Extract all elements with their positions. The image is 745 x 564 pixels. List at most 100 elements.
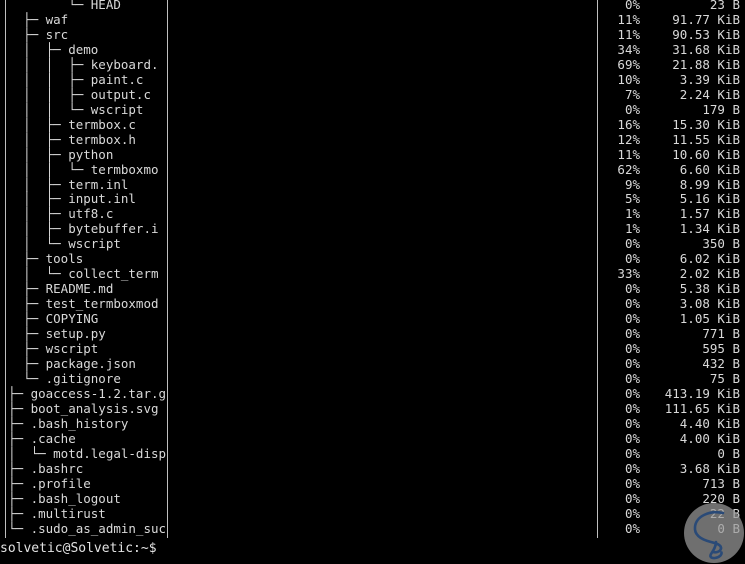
tree-entry[interactable]: ├─ setup.py xyxy=(8,326,106,341)
percent-value: 0% xyxy=(624,385,640,401)
tree-entry[interactable]: └─ .gitignore xyxy=(8,371,121,386)
size-value: 3.08 KiB xyxy=(679,296,740,312)
size-row: 0% 1.05 KiB xyxy=(597,311,745,326)
percent-value: 0% xyxy=(624,415,640,431)
tree-entry[interactable]: │ │ └─ wscript xyxy=(8,102,143,117)
size-value: 4.00 KiB xyxy=(679,430,740,446)
percent-value: 1% xyxy=(624,221,640,237)
tree-entry[interactable]: │ └─ collect_term xyxy=(8,266,158,281)
size-row: 0% 220 B xyxy=(597,491,745,506)
size-value: 1.34 KiB xyxy=(679,221,740,237)
percent-value: 0% xyxy=(624,505,640,521)
size-row: 0% 6.02 KiB xyxy=(597,251,745,266)
percent-value: 0% xyxy=(624,460,640,476)
tree-entry[interactable]: │ │ ├─ keyboard. xyxy=(8,57,158,72)
percent-value: 5% xyxy=(624,191,640,207)
tree-entry[interactable]: ├─ .bashrc xyxy=(8,461,83,476)
tree-entry[interactable]: │ ├─ bytebuffer.i xyxy=(8,221,158,236)
tree-entry[interactable]: │ ├─ input.inl xyxy=(8,191,136,206)
tree-entry[interactable]: └─ .sudo_as_admin_suc xyxy=(8,521,166,536)
percent-value: 0% xyxy=(624,236,640,252)
tree-entry[interactable]: │ └─ wscript xyxy=(8,236,121,251)
size-value: 3.68 KiB xyxy=(679,460,740,476)
size-value: 5.16 KiB xyxy=(679,191,740,207)
tree-entry[interactable]: ├─ src xyxy=(8,27,68,42)
size-value: 91.77 KiB xyxy=(672,11,740,27)
tree-entry[interactable]: └─ HEAD xyxy=(8,0,121,12)
tree-entry[interactable]: ├─ COPYING xyxy=(8,311,98,326)
size-value: 22 B xyxy=(709,505,740,521)
percent-value: 0% xyxy=(624,0,640,12)
percent-value: 0% xyxy=(624,251,640,267)
percent-value: 12% xyxy=(617,131,640,147)
tree-entry[interactable]: │ │ ├─ paint.c xyxy=(8,72,143,87)
size-row: 62% 6.60 KiB xyxy=(597,162,745,177)
tree-entry[interactable]: │ ├─ utf8.c xyxy=(8,206,113,221)
size-row: 0% 23 B xyxy=(597,0,745,12)
tree-entry[interactable]: │ ├─ termbox.c xyxy=(8,117,136,132)
tree-panel-divider xyxy=(167,0,168,538)
percent-value: 0% xyxy=(624,490,640,506)
percent-value: 11% xyxy=(617,146,640,162)
size-row: 1% 1.34 KiB xyxy=(597,221,745,236)
tree-entry[interactable]: │ └─ motd.legal-disp xyxy=(8,446,166,461)
size-row: 0% 771 B xyxy=(597,326,745,341)
percent-value: 0% xyxy=(624,341,640,357)
size-value: 3.39 KiB xyxy=(679,71,740,87)
tree-entry[interactable]: │ ├─ termbox.h xyxy=(8,132,136,147)
tree-entry[interactable]: ├─ .multirust xyxy=(8,506,106,521)
tree-entry[interactable]: │ ├─ python xyxy=(8,147,113,162)
shell-prompt[interactable]: solvetic@Solvetic:~$ xyxy=(0,538,745,559)
size-value: 4.40 KiB xyxy=(679,415,740,431)
percent-value: 11% xyxy=(617,26,640,42)
tree-entry[interactable]: ├─ .bash_history xyxy=(8,416,128,431)
percent-value: 34% xyxy=(617,41,640,57)
tree-entry[interactable]: │ ├─ term.inl xyxy=(8,177,128,192)
size-row: 9% 8.99 KiB xyxy=(597,177,745,192)
size-value: 11.55 KiB xyxy=(672,131,740,147)
tree-entry[interactable]: │ │ ├─ output.c xyxy=(8,87,151,102)
tree-entry[interactable]: ├─ test_termboxmod xyxy=(8,296,158,311)
size-value: 350 B xyxy=(702,236,740,252)
tree-entry[interactable]: ├─ goaccess-1.2.tar.g xyxy=(8,386,166,401)
tree-entry[interactable]: │ │ └─ termboxmo xyxy=(8,162,158,177)
size-value: 8.99 KiB xyxy=(679,176,740,192)
tree-entry[interactable]: ├─ .profile xyxy=(8,476,91,491)
size-value: 432 B xyxy=(702,356,740,372)
tree-entry[interactable]: ├─ boot_analysis.svg xyxy=(8,401,159,416)
tree-entry[interactable]: ├─ README.md xyxy=(8,281,113,296)
tree-entry[interactable]: ├─ wscript xyxy=(8,341,98,356)
size-row: 33% 2.02 KiB xyxy=(597,266,745,281)
size-value: 31.68 KiB xyxy=(672,41,740,57)
percent-value: 7% xyxy=(624,86,640,102)
tree-entry[interactable]: ├─ .cache xyxy=(8,431,76,446)
tree-entry[interactable]: ├─ .bash_logout xyxy=(8,491,121,506)
size-value: 75 B xyxy=(709,371,740,386)
size-value: 15.30 KiB xyxy=(672,116,740,132)
size-row: 11% 91.77 KiB xyxy=(597,12,745,27)
size-value: 21.88 KiB xyxy=(672,56,740,72)
tree-entry[interactable]: │ ├─ demo xyxy=(8,42,98,57)
percent-value: 1% xyxy=(624,206,640,222)
file-tree-pane[interactable]: └─ HEAD ├─ waf ├─ src │ ├─ demo │ │ ├─ k… xyxy=(0,0,167,538)
percent-value: 11% xyxy=(617,11,640,27)
size-row: 0% 5.38 KiB xyxy=(597,281,745,296)
size-row: 0% 0 B xyxy=(597,521,745,536)
percent-value: 0% xyxy=(624,430,640,446)
tree-entry[interactable]: ├─ waf xyxy=(8,12,68,27)
size-row: 5% 5.16 KiB xyxy=(597,191,745,206)
size-stats-pane[interactable]: 0% 23 B 11% 91.77 KiB 11% 90.53 KiB 34% 31.68 K… xyxy=(597,0,745,538)
size-value: 1.05 KiB xyxy=(679,311,740,327)
size-value: 5.38 KiB xyxy=(679,281,740,297)
size-row: 0% 4.40 KiB xyxy=(597,416,745,431)
percent-value: 33% xyxy=(617,266,640,282)
terminal-window: └─ HEAD ├─ waf ├─ src │ ├─ demo │ │ ├─ k… xyxy=(0,0,745,563)
size-value: 111.65 KiB xyxy=(664,400,740,416)
percent-value: 0% xyxy=(624,400,640,416)
size-row: 11% 90.53 KiB xyxy=(597,27,745,42)
tree-entry[interactable]: ├─ tools xyxy=(8,251,83,266)
size-row: 12% 11.55 KiB xyxy=(597,132,745,147)
percent-value: 0% xyxy=(624,281,640,297)
size-row: 0% 0 B xyxy=(597,446,745,461)
tree-entry[interactable]: ├─ package.json xyxy=(8,356,136,371)
